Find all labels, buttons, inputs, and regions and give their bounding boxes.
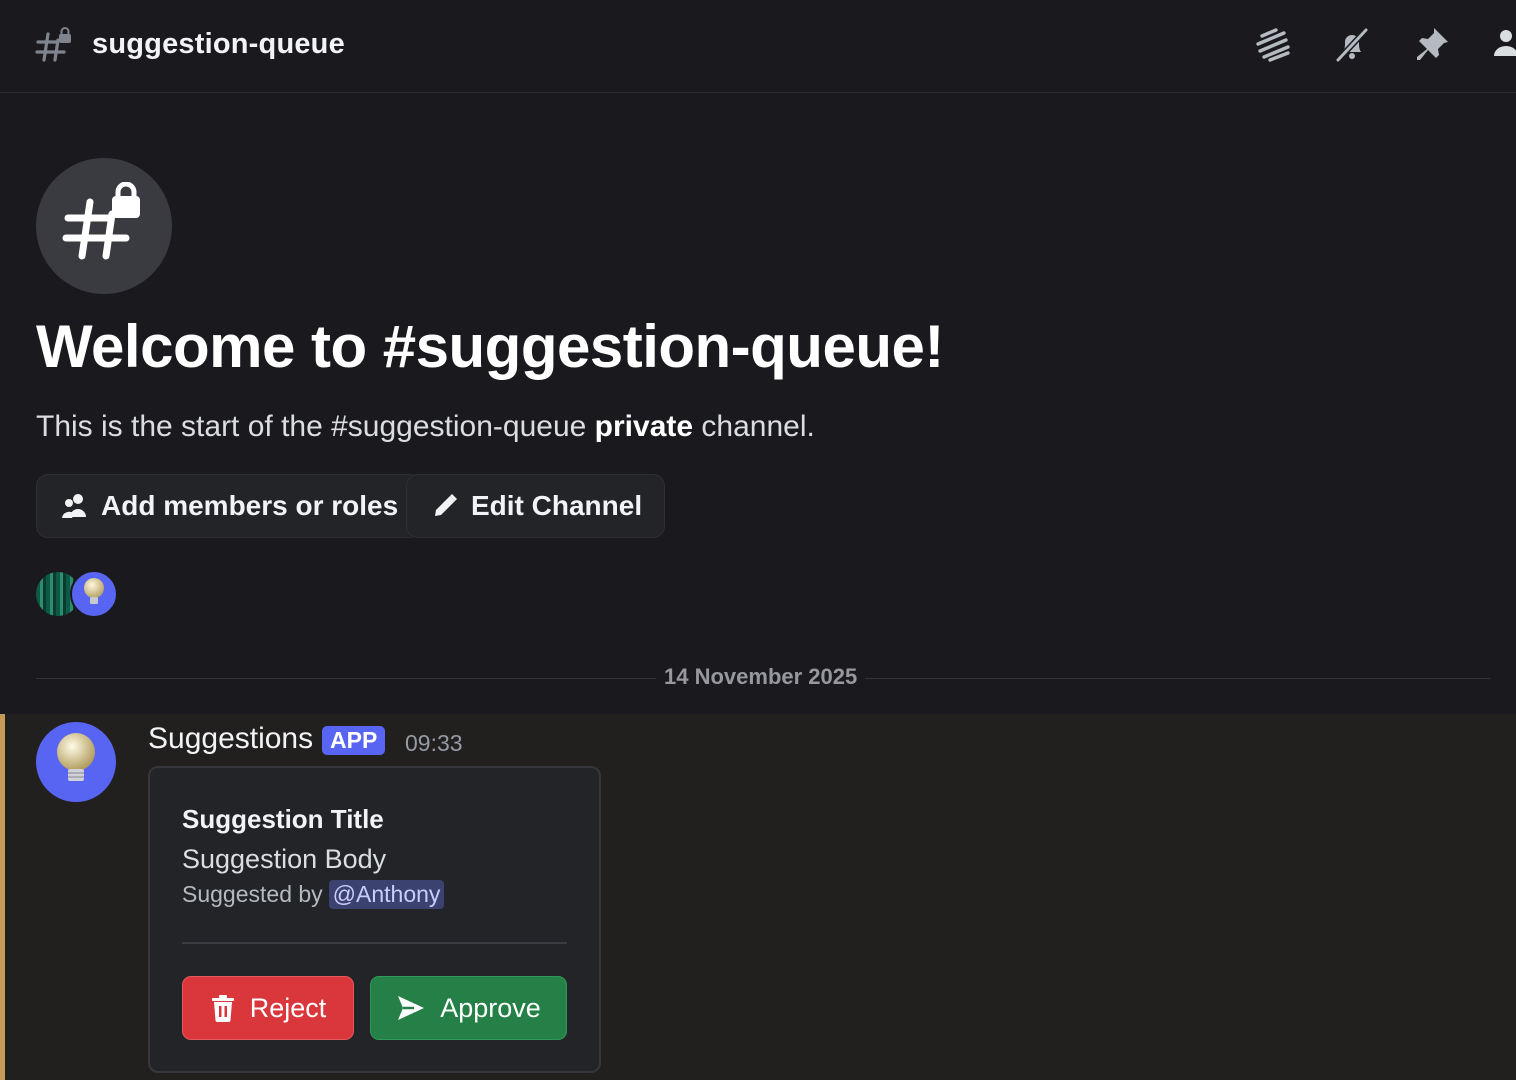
welcome-heading: Welcome to #suggestion-queue!	[36, 313, 944, 380]
reject-button[interactable]: Reject	[182, 976, 354, 1040]
lightbulb-icon	[52, 731, 100, 794]
author-avatar[interactable]	[36, 722, 116, 802]
member-list-button[interactable]	[1490, 24, 1516, 68]
lightbulb-icon	[81, 577, 107, 612]
threads-icon	[1252, 24, 1292, 69]
message[interactable]: Suggestions APP 09:33 Suggestion Title S…	[0, 714, 1516, 1080]
user-mention[interactable]: @Anthony	[328, 880, 445, 909]
approve-label: Approve	[440, 992, 541, 1023]
embed-body: Suggestion Body	[182, 844, 387, 874]
add-members-label: Add members or roles	[101, 490, 399, 521]
channel-name: suggestion-queue	[92, 28, 345, 60]
description-bold: private	[594, 410, 694, 443]
date-divider-label: 14 November 2025	[656, 664, 866, 690]
add-members-button[interactable]: Add members or roles	[36, 474, 422, 538]
suggested-by-label: Suggested by	[182, 881, 323, 907]
add-members-icon	[61, 493, 89, 519]
description-text-end: channel.	[693, 410, 815, 443]
edit-channel-label: Edit Channel	[471, 490, 643, 521]
private-channel-icon	[34, 26, 74, 66]
private-channel-icon	[62, 181, 146, 271]
pencil-icon	[431, 492, 459, 520]
channel-header: suggestion-queue	[0, 0, 1516, 93]
embed-separator	[182, 942, 567, 944]
member-avatar[interactable]	[70, 570, 118, 618]
welcome-description: This is the start of the #suggestion-que…	[36, 410, 815, 444]
members-icon	[1492, 24, 1516, 69]
message-timestamp: 09:33	[405, 730, 463, 756]
pin-icon	[1412, 24, 1452, 69]
suggestion-embed: Suggestion Title Suggestion Body Suggest…	[148, 766, 601, 1073]
description-text: This is the start of the #suggestion-que…	[36, 410, 595, 443]
mute-notifications-button[interactable]	[1330, 24, 1374, 68]
app-badge: APP	[322, 726, 386, 755]
threads-button[interactable]	[1250, 24, 1294, 68]
edit-channel-button[interactable]: Edit Channel	[406, 474, 666, 538]
embed-footer: Suggested by @Anthony	[182, 880, 445, 909]
trash-icon	[210, 994, 236, 1022]
channel-avatar	[36, 158, 172, 294]
embed-title: Suggestion Title	[182, 804, 384, 834]
send-icon	[396, 994, 426, 1022]
pinned-messages-button[interactable]	[1410, 24, 1454, 68]
mute-bell-icon	[1332, 24, 1372, 69]
reject-label: Reject	[249, 992, 327, 1023]
approve-button[interactable]: Approve	[370, 976, 567, 1040]
author-name[interactable]: Suggestions	[148, 722, 313, 756]
